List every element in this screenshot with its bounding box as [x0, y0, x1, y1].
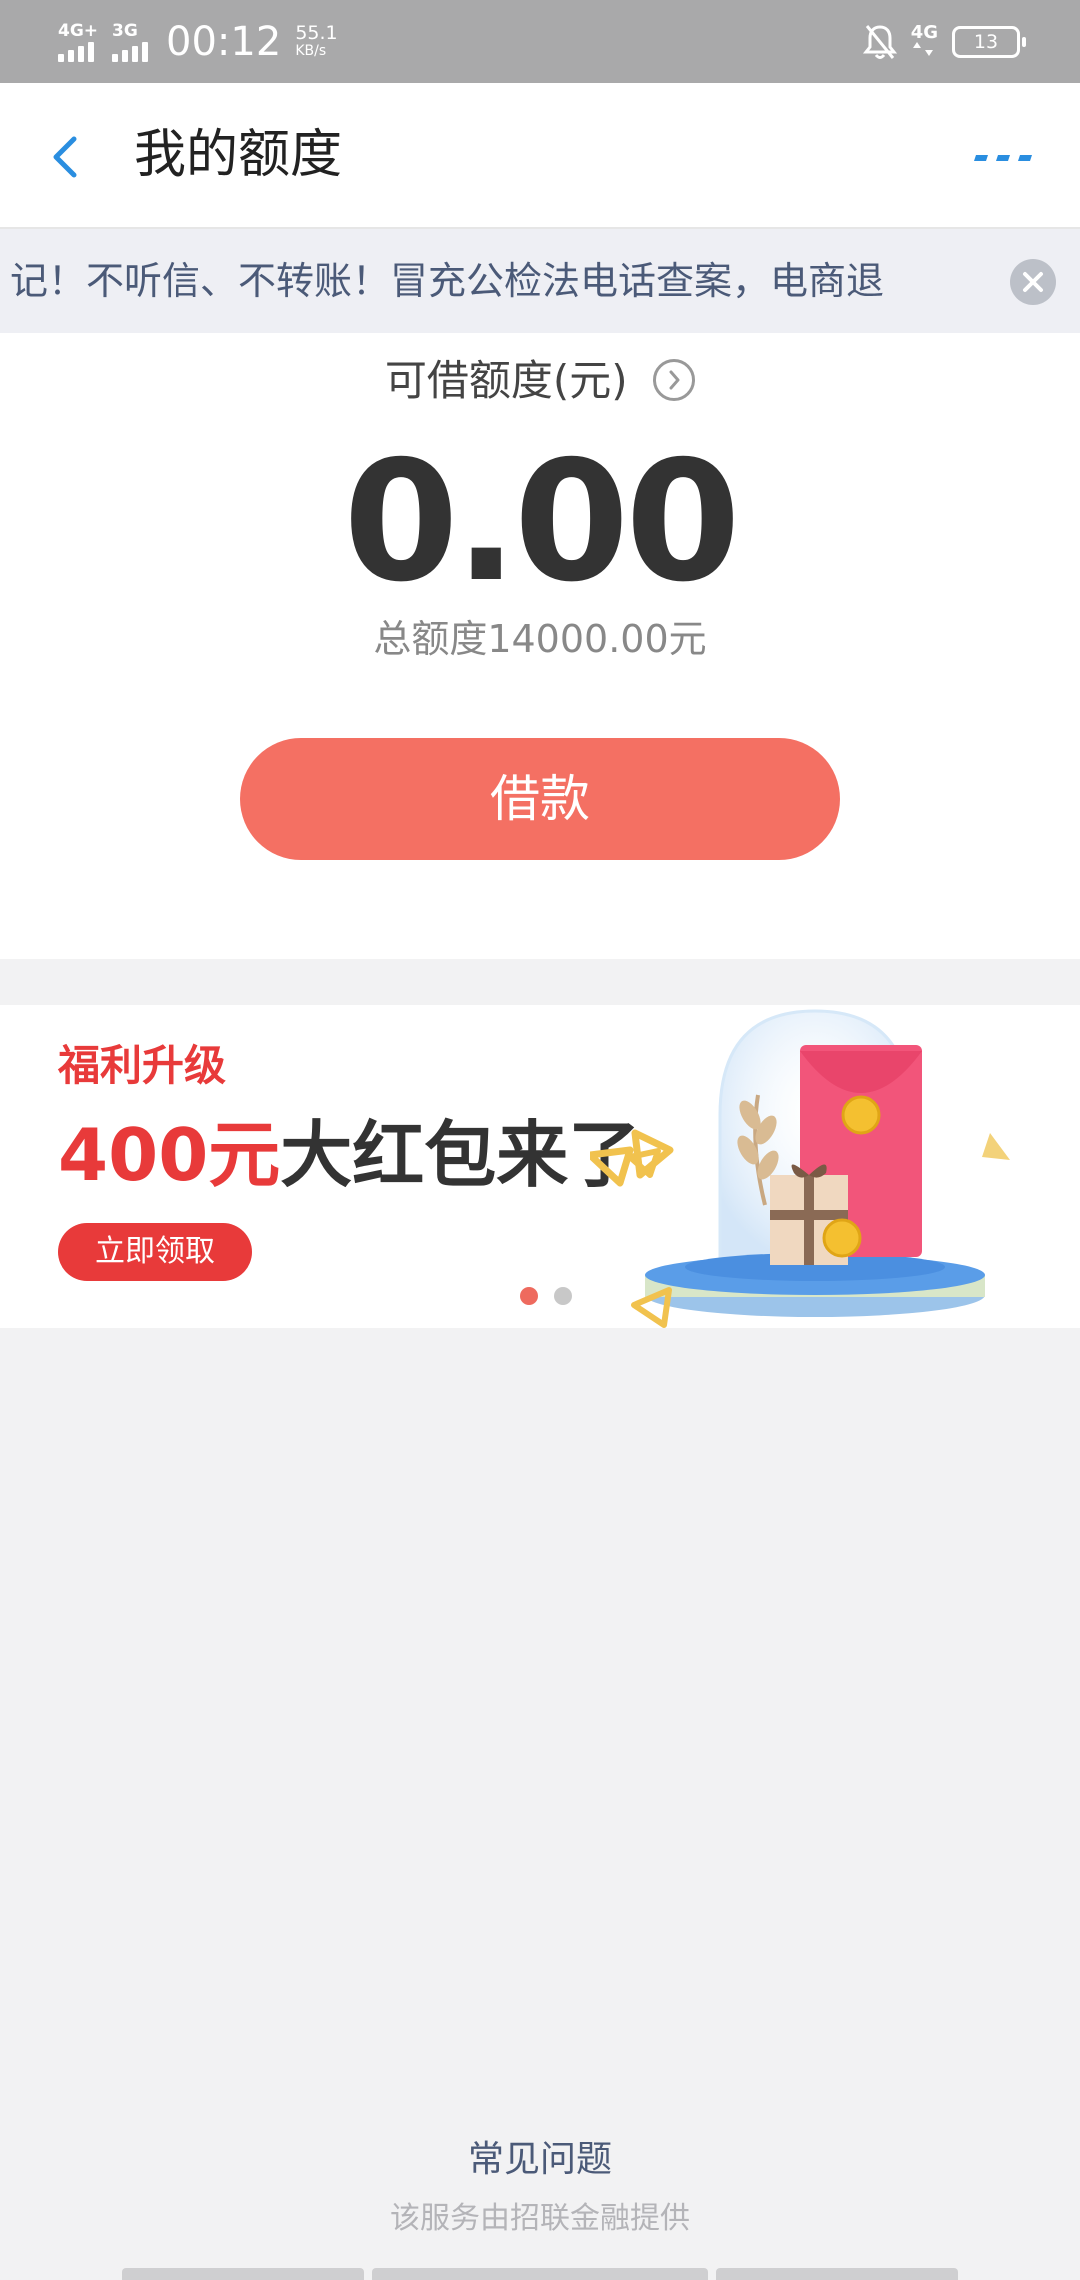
status-left: 4G+ 3G 00:12 55.1 KB/s: [58, 14, 338, 70]
notice-bar: 记！不听信、不转账！冒充公检法电话查案，电商退: [0, 229, 1080, 333]
carousel-dot[interactable]: [554, 1287, 572, 1305]
faq-link[interactable]: 常见问题: [0, 2134, 1080, 2186]
bell-muted-icon: [862, 25, 897, 59]
signal-3g: 3G: [112, 21, 149, 62]
network-speed: 55.1 KB/s: [295, 24, 337, 60]
quota-card: 可借额度(元) 0.00 总额度14000.00元 借款: [0, 333, 1080, 959]
provider-text: 该服务由招联金融提供: [390, 2201, 690, 2236]
banner-title-rest: 大红包来了: [280, 1113, 641, 1197]
bottom-tab-hint: [372, 2268, 708, 2280]
more-dots-icon: [974, 155, 1032, 161]
available-quota-label: 可借额度(元): [384, 356, 628, 405]
available-amount: 0.00: [343, 426, 741, 619]
speed-unit: KB/s: [295, 43, 327, 59]
bottom-tab-hint: [122, 2268, 364, 2280]
claim-now-button[interactable]: 立即领取: [58, 1223, 252, 1281]
app-header: 我的额度: [0, 83, 1080, 229]
signal-bars-icon: [58, 40, 94, 62]
red-envelope-illustration: [590, 1009, 1010, 1328]
promo-banner[interactable]: 福利升级 400元大红包来了 立即领取: [0, 1005, 1080, 1328]
chevron-left-icon: [53, 136, 77, 178]
status-right: 4G 13: [862, 16, 1026, 68]
banner-subtitle: 福利升级: [58, 1041, 227, 1090]
back-button[interactable]: [40, 121, 100, 191]
close-notice-button[interactable]: [1010, 259, 1056, 305]
signal-bars-icon: [112, 40, 149, 62]
close-icon: [1023, 272, 1043, 292]
more-button[interactable]: [970, 143, 1040, 173]
banner-title-highlight: 400元: [58, 1113, 281, 1197]
clock: 00:12: [166, 19, 282, 65]
battery-icon: 13: [952, 26, 1026, 58]
status-bar: 4G+ 3G 00:12 55.1 KB/s 4G 13: [0, 0, 1080, 83]
page-title: 我的额度: [134, 125, 343, 185]
total-quota: 总额度14000.00元: [373, 617, 707, 661]
signal-label: 4G+: [58, 21, 99, 41]
bottom-tab-hint: [716, 2268, 958, 2280]
data-arrows-icon: [913, 42, 934, 56]
chevron-right-circle-icon[interactable]: [653, 358, 696, 401]
quota-label-row[interactable]: 可借额度(元): [0, 351, 1080, 411]
network-4g-indicator: 4G: [911, 24, 938, 60]
signal-label: 3G: [112, 21, 138, 41]
speed-value: 55.1: [295, 22, 338, 44]
carousel-indicator: [520, 1287, 572, 1305]
battery-level: 13: [973, 31, 999, 53]
carousel-dot-active[interactable]: [520, 1287, 538, 1305]
banner-title: 400元大红包来了: [58, 1105, 640, 1205]
notice-text: 记！不听信、不转账！冒充公检法电话查案，电商退: [10, 259, 885, 303]
signal-4g-plus: 4G+: [58, 22, 98, 62]
network-label: 4G: [910, 22, 938, 43]
borrow-button[interactable]: 借款: [240, 738, 840, 860]
